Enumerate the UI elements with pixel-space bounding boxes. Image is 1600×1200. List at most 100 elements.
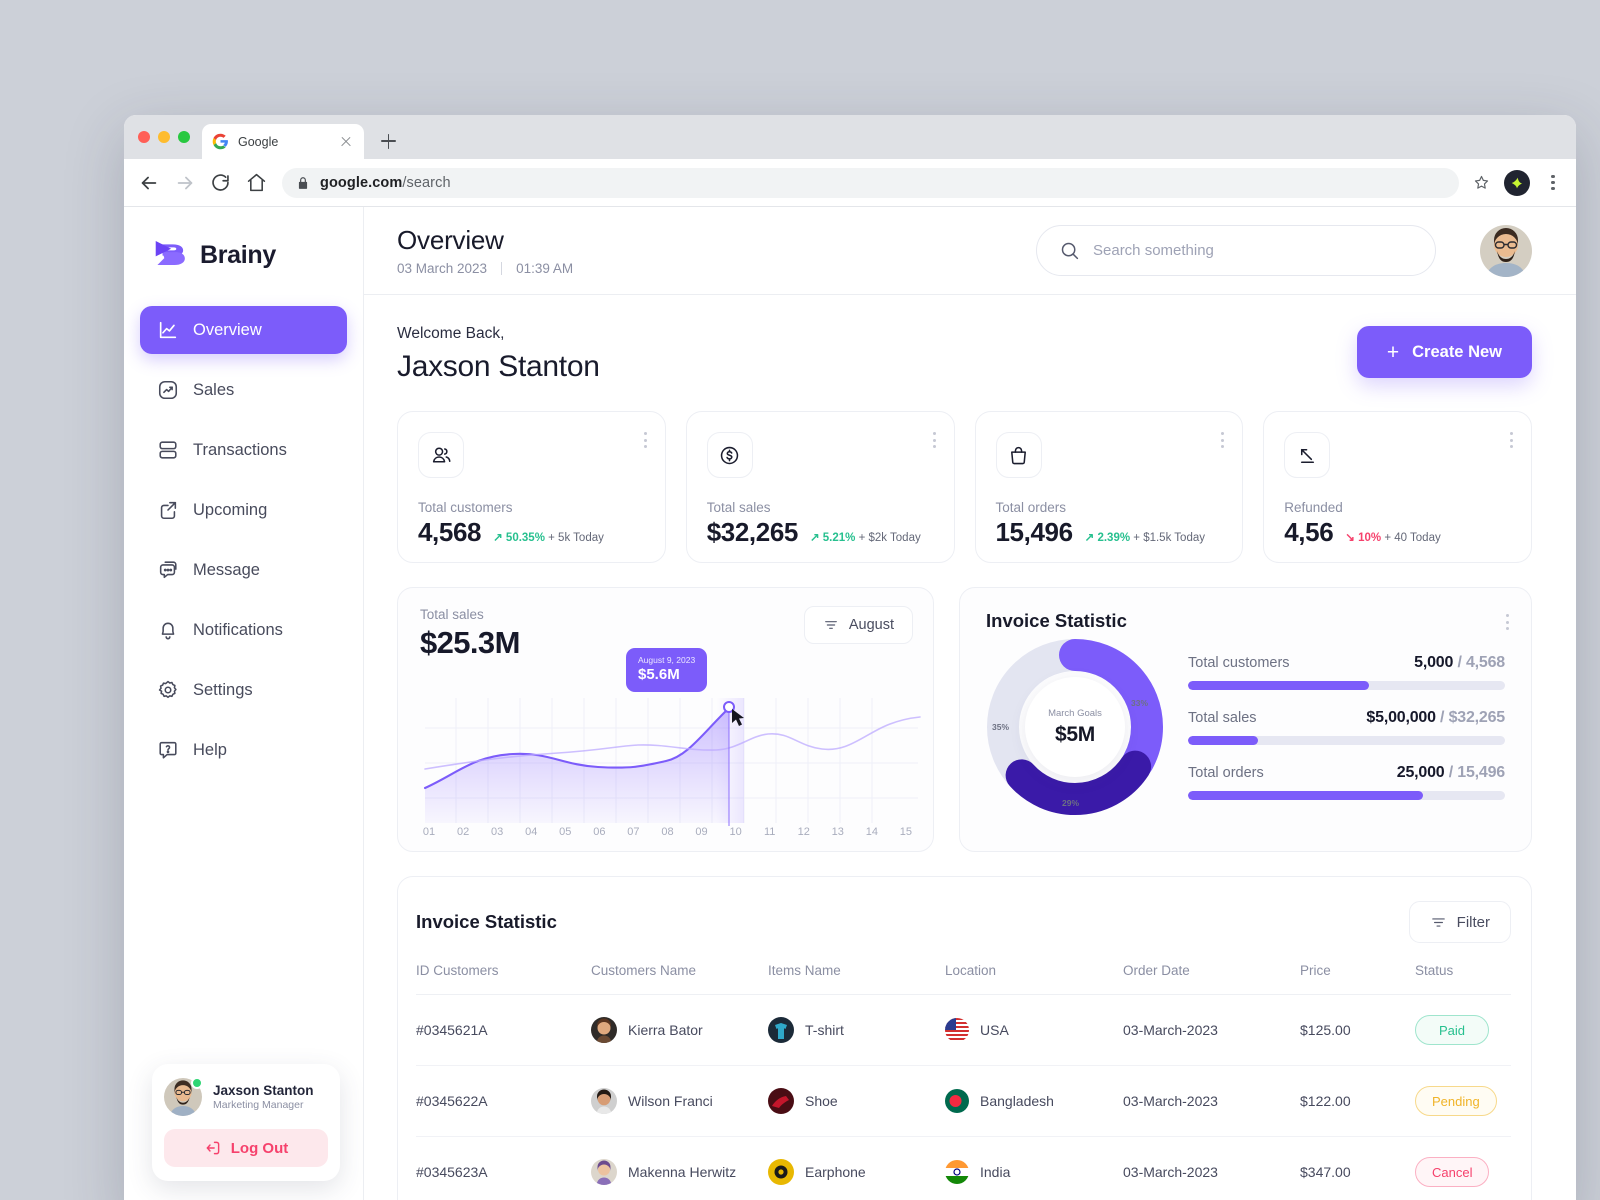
- cell-id: #0345622A: [416, 1065, 591, 1137]
- progress-values: 25,000 / 15,496: [1396, 764, 1505, 781]
- stat-value: $32,265: [706, 517, 799, 547]
- home-icon[interactable]: [246, 172, 268, 194]
- stats-grid: Total customers 4,568 ↗ 50.35% + 5k Toda…: [397, 411, 1532, 563]
- x-tick: 11: [763, 826, 776, 838]
- customer-name: Wilson Franci: [628, 1093, 713, 1109]
- progress-target: 5,000: [1414, 654, 1454, 671]
- bookmark-star-icon[interactable]: [1473, 174, 1490, 191]
- filter-label: Filter: [1456, 913, 1490, 931]
- invoice-table: ID Customers Customers Name Items Name L…: [416, 963, 1511, 1200]
- stat-values: $32,265 ↗ 5.21% + $2k Today: [707, 517, 934, 548]
- stat-delta-percent: 10%: [1358, 532, 1382, 544]
- card-menu-icon[interactable]: [1510, 432, 1513, 448]
- table-title: Invoice Statistic: [416, 911, 557, 932]
- back-icon[interactable]: [138, 172, 160, 194]
- table-body: #0345621A Kierra Bator T-shirt USA 03-Ma…: [416, 994, 1511, 1200]
- sidebar-item-message[interactable]: Message: [140, 546, 347, 594]
- table-row[interactable]: #0345623A Makenna Herwitz Earphone India…: [416, 1136, 1511, 1200]
- stat-values: 4,56 ↘ 10% + 40 Today: [1284, 517, 1511, 548]
- donut-chart: 33% 29% 35% March Goals $5M: [986, 638, 1164, 816]
- item-image: [768, 1159, 794, 1185]
- stat-card-refunded[interactable]: Refunded 4,56 ↘ 10% + 40 Today: [1263, 411, 1532, 563]
- status-badge: Paid: [1415, 1015, 1489, 1045]
- card-menu-icon[interactable]: [1221, 432, 1225, 448]
- item-image: [768, 1017, 794, 1043]
- sidebar-item-settings[interactable]: Settings: [140, 666, 347, 714]
- table-row[interactable]: #0345621A Kierra Bator T-shirt USA 03-Ma…: [416, 994, 1511, 1066]
- chart-tooltip: August 9, 2023 $5.6M: [626, 648, 708, 692]
- browser-menu-icon[interactable]: [1544, 174, 1562, 191]
- donut-label-35: 35%: [992, 722, 1010, 732]
- new-tab-button[interactable]: [374, 127, 402, 155]
- donut-center-label: March Goals: [1048, 707, 1102, 719]
- avatar: [591, 1159, 617, 1185]
- cell-date: 03-March-2023: [1123, 1136, 1300, 1200]
- help-icon: [156, 739, 179, 762]
- card-menu-icon[interactable]: [1506, 614, 1509, 630]
- table-header: ID Customers Customers Name Items Name L…: [416, 963, 1511, 995]
- cell-location: USA: [945, 994, 1123, 1066]
- search-input[interactable]: [1093, 242, 1413, 259]
- x-tick: 12: [797, 826, 810, 838]
- progress-bar: [1188, 791, 1505, 800]
- sidebar-item-notifications[interactable]: Notifications: [140, 606, 347, 654]
- sales-trend-icon: [156, 379, 179, 402]
- search-box[interactable]: [1036, 225, 1436, 276]
- browser-profile-avatar[interactable]: [1504, 169, 1530, 196]
- stat-delta-percent: 2.39%: [1097, 532, 1131, 544]
- sidebar-item-label: Notifications: [193, 620, 283, 639]
- browser-tab[interactable]: Google: [202, 124, 364, 159]
- close-tab-icon[interactable]: [338, 134, 354, 150]
- reload-icon[interactable]: [210, 172, 232, 194]
- sidebar-item-transactions[interactable]: Transactions: [140, 426, 347, 474]
- filter-button[interactable]: Filter: [1408, 901, 1511, 943]
- stat-card-total-sales[interactable]: Total sales $32,265 ↗ 5.21% + $2k Today: [685, 411, 955, 563]
- current-date: 03 March 2023: [397, 261, 488, 276]
- total-sales-chart-card: Total sales $25.3M August August 9, 2023…: [397, 587, 934, 852]
- sidebar-item-label: Upcoming: [193, 500, 268, 519]
- stat-delta: ↗ 5.21% + $2k Today: [810, 530, 921, 544]
- stat-value: 4,56: [1284, 517, 1334, 547]
- card-menu-icon[interactable]: [932, 432, 936, 448]
- table-row[interactable]: #0345622A Wilson Franci Shoe Bangladesh …: [416, 1065, 1511, 1137]
- progress-values: $5,00,000 / $32,265: [1366, 709, 1506, 726]
- x-tick: 15: [899, 826, 913, 838]
- refund-arrow-icon: [1284, 432, 1331, 478]
- page-heading: Overview 03 March 2023 01:39 AM: [397, 225, 573, 276]
- item-name: Shoe: [805, 1093, 838, 1109]
- donut-label-29: 29%: [1062, 798, 1080, 808]
- chart-x-axis: 01 02 03 04 05 06 07 08 09 10 11 12 13 1…: [412, 826, 923, 838]
- sidebar-item-help[interactable]: Help: [140, 726, 347, 774]
- close-window-button[interactable]: [138, 131, 150, 143]
- minimize-window-button[interactable]: [158, 131, 170, 143]
- sidebar-item-sales[interactable]: Sales: [140, 366, 347, 414]
- sidebar-item-overview[interactable]: Overview: [140, 306, 347, 354]
- address-bar[interactable]: google.com/search: [282, 167, 1459, 198]
- logout-button[interactable]: Log Out: [164, 1129, 328, 1167]
- progress-header: Total sales $5,00,000 / $32,265: [1188, 709, 1505, 727]
- page-subtitle: 03 March 2023 01:39 AM: [397, 261, 573, 276]
- sidebar-item-upcoming[interactable]: Upcoming: [140, 486, 347, 534]
- stat-card-total-orders[interactable]: Total orders 15,496 ↗ 2.39% + $1.5k Toda…: [974, 411, 1244, 563]
- card-menu-icon[interactable]: [643, 432, 647, 448]
- create-new-button[interactable]: + Create New: [1356, 326, 1532, 378]
- maximize-window-button[interactable]: [178, 131, 190, 143]
- sidebar-item-label: Overview: [193, 320, 262, 339]
- col-order-date: Order Date: [1123, 963, 1300, 995]
- col-location: Location: [945, 963, 1123, 995]
- trend-up-icon: ↗: [493, 532, 503, 544]
- forward-icon[interactable]: [174, 172, 196, 194]
- progress-target: 25,000: [1396, 764, 1445, 781]
- divider: [501, 262, 503, 275]
- avatar: [591, 1017, 617, 1043]
- logout-icon: [204, 1139, 222, 1157]
- progress-bar: [1188, 736, 1505, 745]
- chat-bubble-icon: [156, 559, 179, 582]
- profile-avatar[interactable]: [1480, 224, 1532, 277]
- progress-actual: $32,265: [1448, 709, 1506, 726]
- user-name: Jaxson Stanton: [213, 1082, 314, 1098]
- stat-delta-note: + 40 Today: [1384, 532, 1441, 544]
- stat-card-total-customers[interactable]: Total customers 4,568 ↗ 50.35% + 5k Toda…: [397, 411, 666, 563]
- logout-label: Log Out: [230, 1139, 289, 1157]
- cell-price: $347.00: [1300, 1136, 1415, 1200]
